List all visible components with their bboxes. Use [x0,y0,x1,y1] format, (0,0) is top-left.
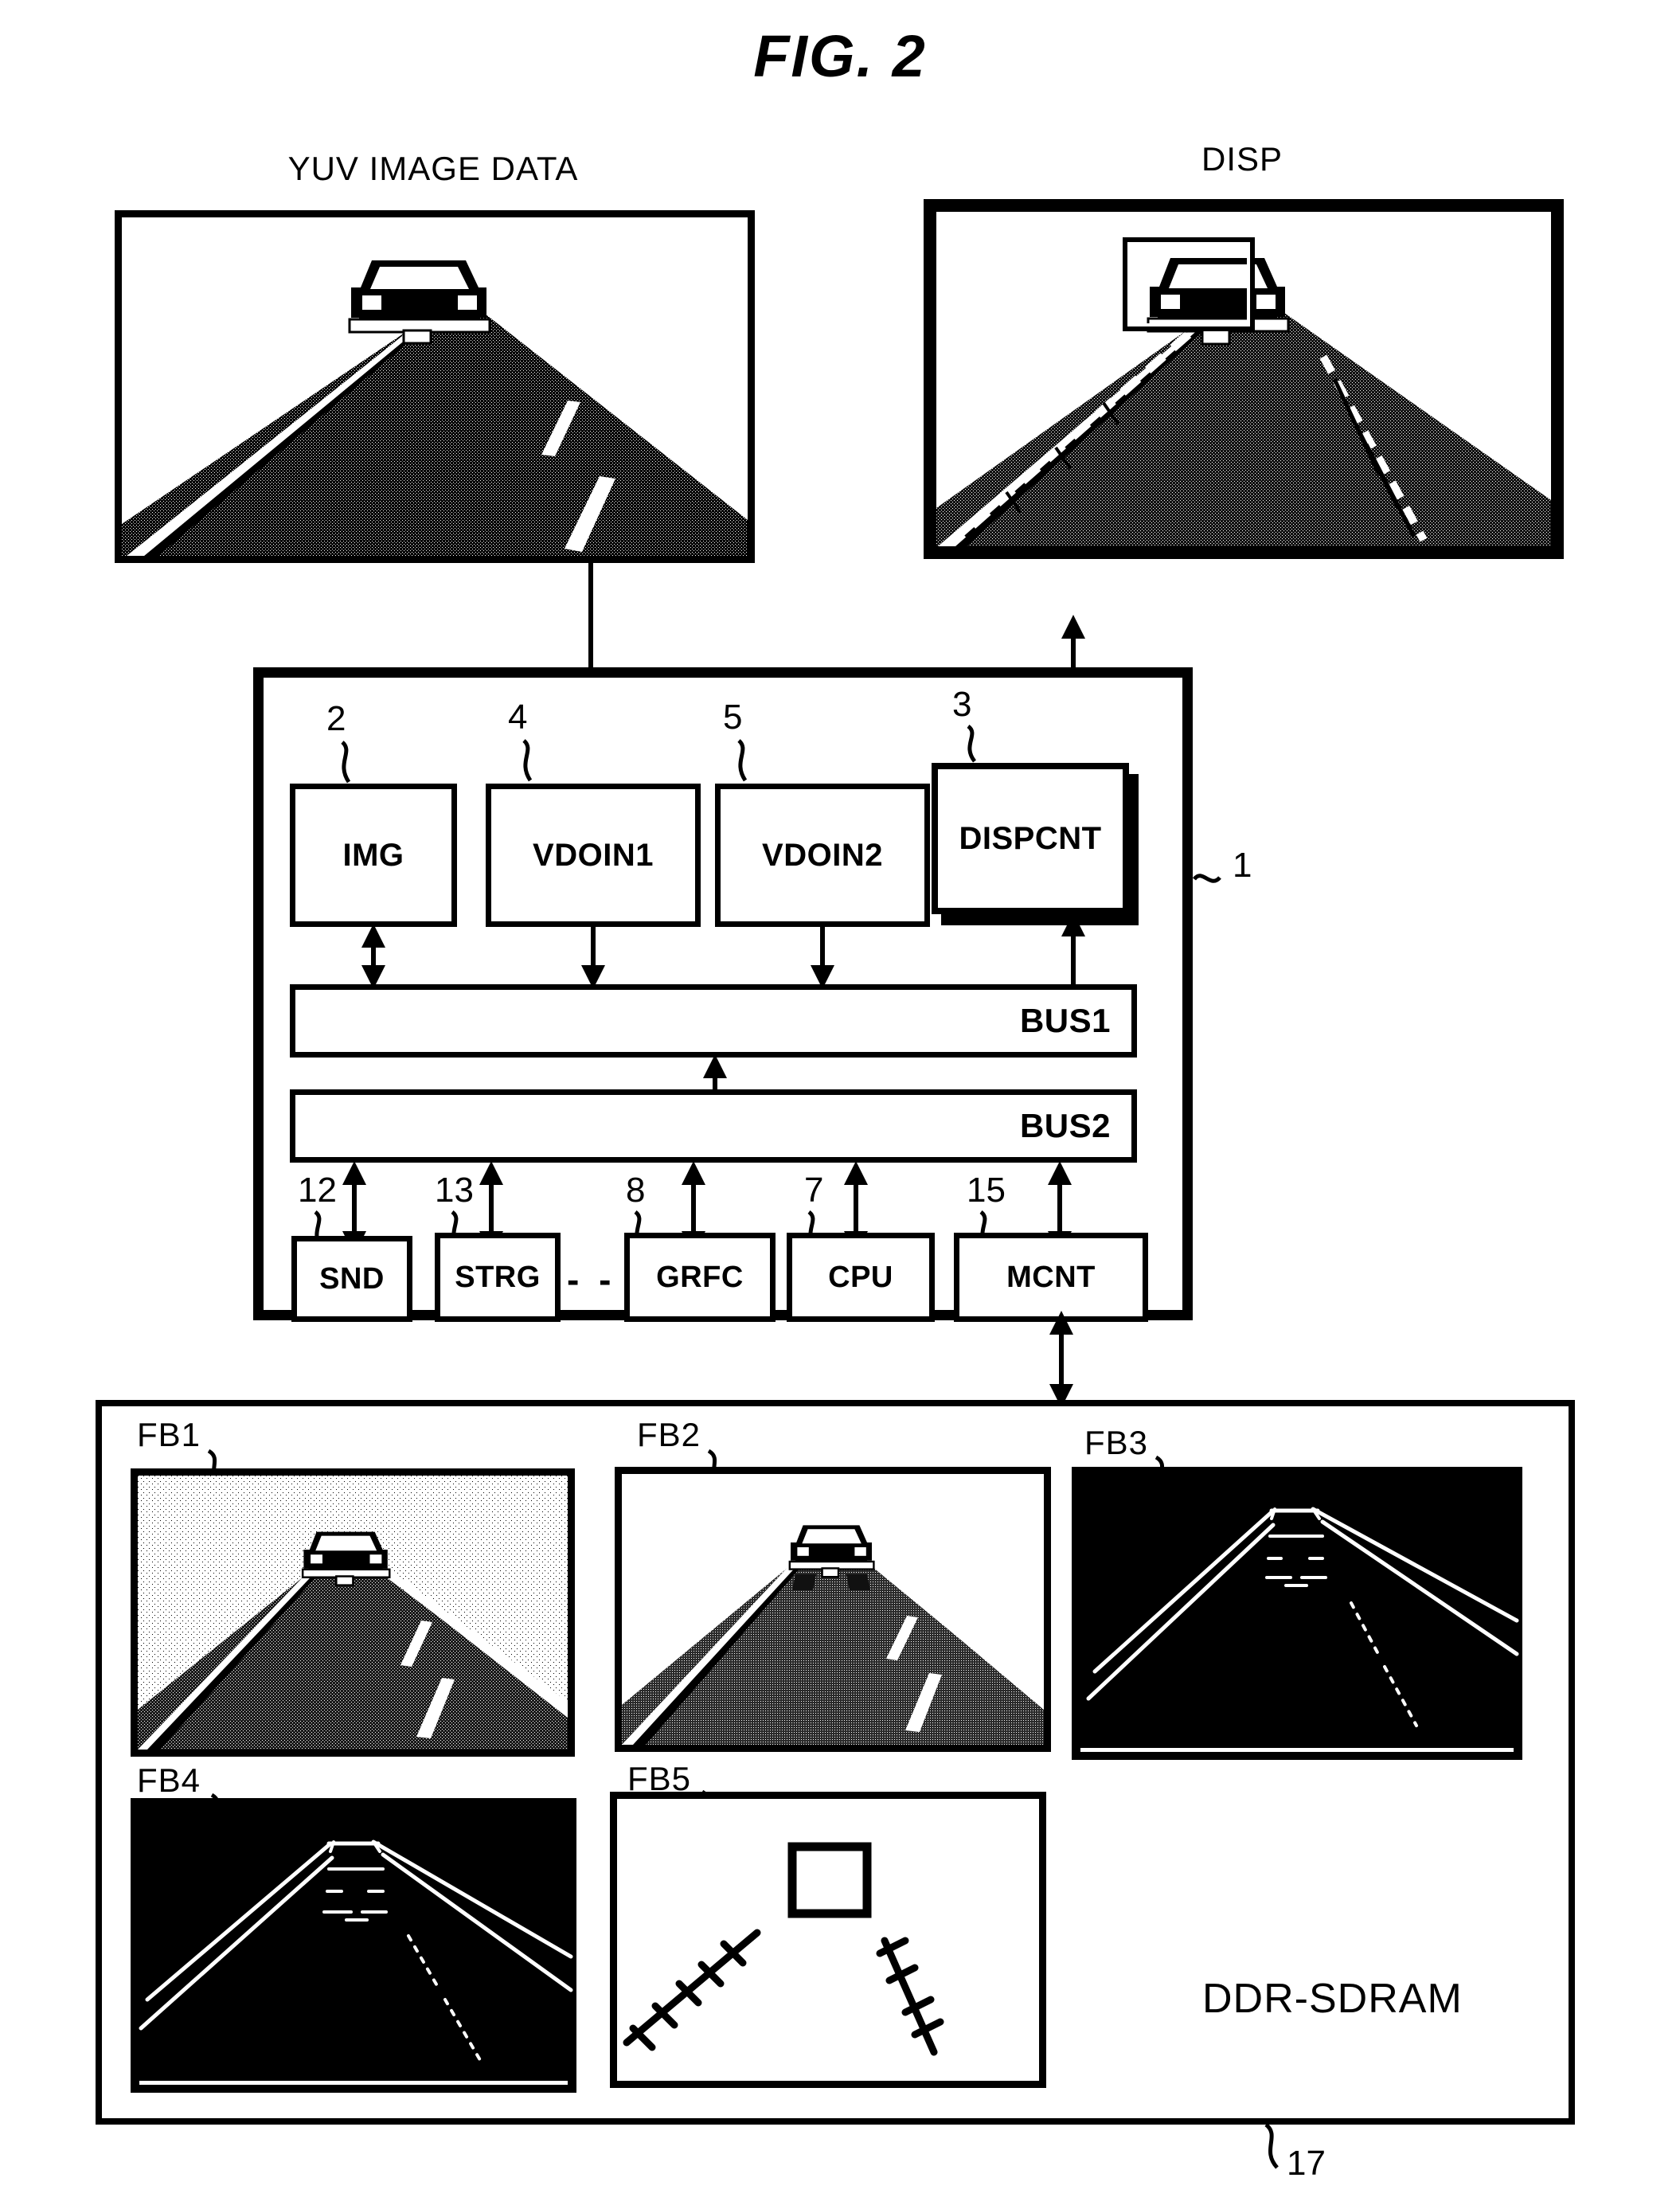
peripheral-snd[interactable]: SND [291,1236,412,1322]
unit-vdoin1[interactable]: VDOIN1 [486,784,701,927]
unit-vdoin2-label: VDOIN2 [762,837,883,873]
fb2-label: FB2 [637,1416,701,1453]
ref-number-cpu: 7 [804,1171,824,1210]
unit-vdoin2[interactable]: VDOIN2 [715,784,930,927]
ref-number-chip: 1 [1233,846,1252,885]
framebuffer-fb5 [610,1792,1046,2088]
ref-number-vdoin2: 5 [723,698,743,737]
leader-line-img [341,741,351,784]
arrow-bus1-dispcnt-head [1061,913,1085,936]
detection-rectangle [1123,237,1255,331]
arrow-bus2-mcnt-head-up [1048,1161,1072,1185]
framebuffer-fb1 [131,1468,575,1757]
yuv-road-scene [122,217,748,556]
leader-line-vdoin1 [522,739,533,782]
fb2-content [622,1474,1044,1745]
peripheral-grfc[interactable]: GRFC [624,1233,776,1322]
ref-number-ddr: 17 [1287,2144,1326,2183]
peripheral-mcnt-label: MCNT [1006,1260,1096,1294]
peripheral-strg[interactable]: STRG [435,1233,561,1322]
peripheral-cpu-label: CPU [828,1260,893,1294]
peripheral-mcnt[interactable]: MCNT [954,1233,1148,1322]
framebuffer-fb2 [615,1467,1051,1752]
fb3-label: FB3 [1084,1424,1149,1461]
unit-img-label: IMG [342,837,404,873]
framebuffer-fb3 [1072,1467,1522,1760]
arrow-bus2-cpu-head-up [844,1161,868,1185]
unit-vdoin1-label: VDOIN1 [533,837,654,873]
peripheral-cpu[interactable]: CPU [787,1233,935,1322]
peripheral-strg-label: STRG [455,1260,541,1294]
fb3-content [1074,1469,1520,1757]
ref-number-strg: 13 [435,1171,474,1210]
bus2: BUS2 [290,1089,1137,1163]
unit-dispcnt-label: DISPCNT [959,820,1102,856]
yuv-image-panel [115,210,755,563]
ref-number-dispcnt: 3 [952,685,972,724]
fb5-content [617,1799,1039,2081]
bus1-label: BUS1 [1019,1002,1111,1039]
ref-number-mcnt: 15 [967,1171,1006,1210]
arrow-dispcnt-to-disp-head [1061,615,1085,639]
disp-road-scene [936,212,1551,546]
unit-dispcnt[interactable]: DISPCNT [932,763,1129,914]
leader-line-dispcnt [967,724,977,763]
ddr-sdram-label: DDR-SDRAM [1202,1976,1463,2022]
fb1-scene [138,1476,568,1750]
arrow-img-bus1-head-up [361,924,385,948]
arrow-mcnt-ddr-head-up [1049,1311,1073,1335]
fb4-content [133,1800,574,2090]
yuv-panel-caption: YUV IMAGE DATA [287,150,579,187]
disp-panel [924,199,1564,559]
framebuffer-fb4 [131,1798,576,2093]
fb2-scene [622,1474,1044,1745]
unit-img[interactable]: IMG [290,784,457,927]
ref-number-img: 2 [326,699,346,738]
arrow-bus1-bus2-head-up [703,1054,727,1078]
bus1: BUS1 [290,984,1137,1058]
fb4-label: FB4 [137,1761,201,1799]
fb1-content [138,1476,568,1750]
arrow-bus2-grfc-head-up [682,1161,705,1185]
leader-line-vdoin2 [737,739,748,782]
peripheral-snd-label: SND [319,1261,385,1296]
ref-number-vdoin1: 4 [508,698,528,737]
figure-title: FIG. 2 [753,23,927,89]
ref-number-grfc: 8 [626,1171,646,1210]
car-icon [348,260,491,345]
arrow-bus2-snd-head-up [342,1161,366,1185]
ref-number-snd: 12 [298,1171,337,1210]
arrow-bus2-strg-head-up [479,1161,503,1185]
peripheral-grfc-label: GRFC [656,1260,744,1294]
bus2-label: BUS2 [1019,1107,1111,1144]
fb1-label: FB1 [137,1416,201,1453]
disp-panel-caption: DISP [1201,140,1283,178]
